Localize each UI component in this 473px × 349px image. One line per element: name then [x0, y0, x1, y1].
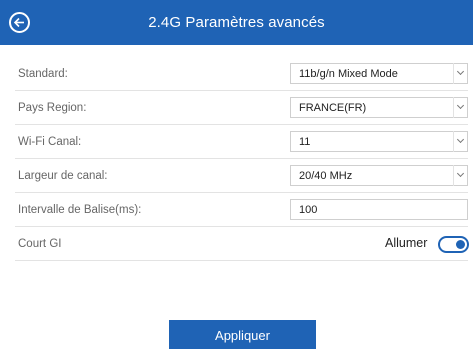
- bandwidth-value: 20/40 MHz: [299, 170, 353, 182]
- region-row: Pays Region: FRANCE(FR): [15, 91, 468, 125]
- standard-label: Standard:: [18, 68, 68, 80]
- short-gi-row: Court GI Allumer: [15, 227, 469, 261]
- short-gi-label: Court GI: [18, 238, 62, 250]
- short-gi-state-label: Allumer: [385, 236, 428, 250]
- header-bar: 2.4G Paramètres avancés: [0, 0, 473, 45]
- toggle-knob: [456, 240, 465, 249]
- channel-select[interactable]: 11: [290, 131, 468, 152]
- beacon-label: Intervalle de Balise(ms):: [18, 204, 142, 216]
- channel-row: Wi-Fi Canal: 11: [15, 125, 468, 159]
- chevron-down-icon: [453, 131, 467, 152]
- standard-select[interactable]: 11b/g/n Mixed Mode: [290, 63, 468, 84]
- region-label: Pays Region:: [18, 102, 87, 114]
- region-select[interactable]: FRANCE(FR): [290, 97, 468, 118]
- bandwidth-row: Largeur de canal: 20/40 MHz: [15, 159, 468, 193]
- chevron-down-icon: [453, 63, 467, 84]
- channel-value: 11: [299, 136, 311, 148]
- chevron-down-icon: [453, 165, 467, 186]
- beacon-input[interactable]: [290, 199, 468, 220]
- beacon-row: Intervalle de Balise(ms):: [15, 193, 468, 227]
- chevron-down-icon: [453, 97, 467, 118]
- page-title: 2.4G Paramètres avancés: [148, 14, 325, 31]
- region-value: FRANCE(FR): [299, 102, 367, 114]
- standard-value: 11b/g/n Mixed Mode: [299, 68, 398, 80]
- standard-row: Standard: 11b/g/n Mixed Mode: [15, 57, 468, 91]
- bandwidth-select[interactable]: 20/40 MHz: [290, 165, 468, 186]
- settings-form: Standard: 11b/g/n Mixed Mode Pays Region…: [15, 57, 469, 261]
- short-gi-toggle[interactable]: [438, 236, 469, 253]
- channel-label: Wi-Fi Canal:: [18, 136, 82, 148]
- bandwidth-label: Largeur de canal:: [18, 170, 108, 182]
- apply-button[interactable]: Appliquer: [169, 320, 316, 349]
